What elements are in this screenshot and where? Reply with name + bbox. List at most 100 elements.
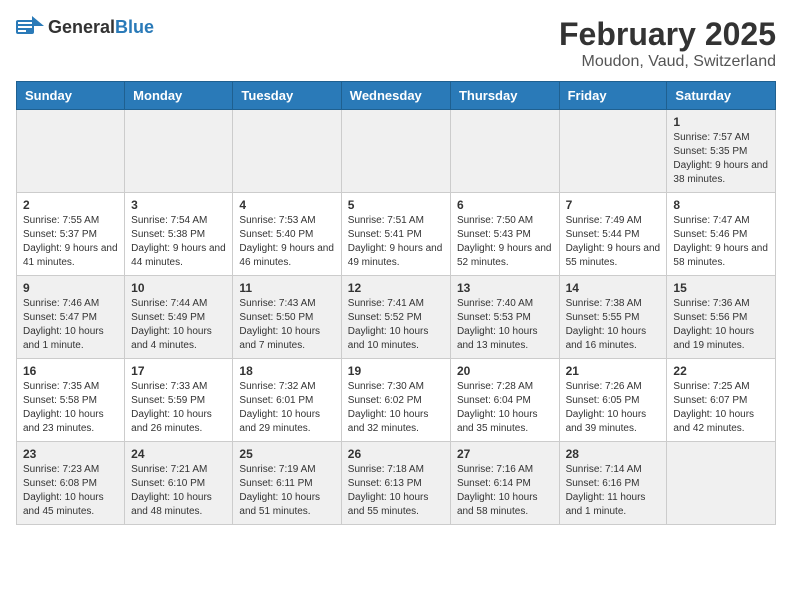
day-number: 9 [23,281,118,295]
day-info: Sunrise: 7:49 AM Sunset: 5:44 PM Dayligh… [566,214,661,270]
calendar-header-row: SundayMondayTuesdayWednesdayThursdayFrid… [17,82,776,110]
calendar-cell: 17 Sunrise: 7:33 AM Sunset: 5:59 PM Dayli… [125,359,233,442]
calendar-cell: 21 Sunrise: 7:26 AM Sunset: 6:05 PM Dayli… [559,359,667,442]
weekday-header-tuesday: Tuesday [233,82,341,110]
weekday-header-friday: Friday [559,82,667,110]
title-area: February 2025 Moudon, Vaud, Switzerland [559,16,776,71]
calendar-cell: 13Sunrise: 7:40 AM Sunset: 5:53 PM Dayli… [450,276,559,359]
day-number: 3 [131,198,226,212]
calendar-cell: 4 Sunrise: 7:53 AM Sunset: 5:40 PM Daylig… [233,193,341,276]
day-info: Sunrise: 7:51 AM Sunset: 5:41 PM Dayligh… [348,214,444,270]
day-info: Sunrise: 7:55 AM Sunset: 5:37 PM Dayligh… [23,214,118,270]
calendar-cell: 23Sunrise: 7:23 AM Sunset: 6:08 PM Dayli… [17,442,125,525]
day-number: 5 [348,198,444,212]
day-info: Sunrise: 7:14 AM Sunset: 6:16 PM Dayligh… [566,463,661,519]
calendar-cell: 24 Sunrise: 7:21 AM Sunset: 6:10 PM Dayli… [125,442,233,525]
logo-icon [16,16,44,38]
calendar-cell: 7 Sunrise: 7:49 AM Sunset: 5:44 PM Daylig… [559,193,667,276]
day-number: 26 [348,447,444,461]
day-info: Sunrise: 7:35 AM Sunset: 5:58 PM Dayligh… [23,380,118,436]
day-number: 17 [131,364,226,378]
day-info: Sunrise: 7:50 AM Sunset: 5:43 PM Dayligh… [457,214,553,270]
calendar-cell: 25 Sunrise: 7:19 AM Sunset: 6:11 PM Dayli… [233,442,341,525]
calendar-week-row: 1 Sunrise: 7:57 AM Sunset: 5:35 PM Daylig… [17,110,776,193]
calendar-cell: 19 Sunrise: 7:30 AM Sunset: 6:02 PM Dayli… [341,359,450,442]
weekday-header-sunday: Sunday [17,82,125,110]
day-number: 27 [457,447,553,461]
location-title: Moudon, Vaud, Switzerland [559,53,776,71]
day-number: 12 [348,281,444,295]
day-number: 22 [673,364,769,378]
calendar-cell [559,110,667,193]
day-info: Sunrise: 7:32 AM Sunset: 6:01 PM Dayligh… [239,380,334,436]
day-info: Sunrise: 7:38 AM Sunset: 5:55 PM Dayligh… [566,297,661,353]
calendar-week-row: 9 Sunrise: 7:46 AM Sunset: 5:47 PM Daylig… [17,276,776,359]
calendar-week-row: 2Sunrise: 7:55 AM Sunset: 5:37 PM Daylig… [17,193,776,276]
day-number: 15 [673,281,769,295]
weekday-header-wednesday: Wednesday [341,82,450,110]
calendar-cell: 9 Sunrise: 7:46 AM Sunset: 5:47 PM Daylig… [17,276,125,359]
day-number: 19 [348,364,444,378]
calendar-cell: 10 Sunrise: 7:44 AM Sunset: 5:49 PM Dayli… [125,276,233,359]
calendar-cell: 2Sunrise: 7:55 AM Sunset: 5:37 PM Daylig… [17,193,125,276]
calendar-cell: 8 Sunrise: 7:47 AM Sunset: 5:46 PM Daylig… [667,193,776,276]
day-info: Sunrise: 7:18 AM Sunset: 6:13 PM Dayligh… [348,463,444,519]
calendar-cell: 22 Sunrise: 7:25 AM Sunset: 6:07 PM Dayli… [667,359,776,442]
calendar-table: SundayMondayTuesdayWednesdayThursdayFrid… [16,81,776,525]
logo-text-blue: Blue [115,17,154,37]
day-info: Sunrise: 7:47 AM Sunset: 5:46 PM Dayligh… [673,214,769,270]
day-number: 14 [566,281,661,295]
day-info: Sunrise: 7:46 AM Sunset: 5:47 PM Dayligh… [23,297,118,353]
day-info: Sunrise: 7:19 AM Sunset: 6:11 PM Dayligh… [239,463,334,519]
calendar-cell: 15Sunrise: 7:36 AM Sunset: 5:56 PM Dayli… [667,276,776,359]
calendar-cell [125,110,233,193]
calendar-cell: 5 Sunrise: 7:51 AM Sunset: 5:41 PM Daylig… [341,193,450,276]
day-number: 11 [239,281,334,295]
day-info: Sunrise: 7:40 AM Sunset: 5:53 PM Dayligh… [457,297,553,353]
day-number: 21 [566,364,661,378]
calendar-cell: 27Sunrise: 7:16 AM Sunset: 6:14 PM Dayli… [450,442,559,525]
calendar-cell: 28 Sunrise: 7:14 AM Sunset: 6:16 PM Dayli… [559,442,667,525]
calendar-week-row: 23Sunrise: 7:23 AM Sunset: 6:08 PM Dayli… [17,442,776,525]
day-number: 25 [239,447,334,461]
weekday-header-monday: Monday [125,82,233,110]
calendar-cell [341,110,450,193]
day-number: 4 [239,198,334,212]
day-number: 16 [23,364,118,378]
day-info: Sunrise: 7:43 AM Sunset: 5:50 PM Dayligh… [239,297,334,353]
logo-text-general: General [48,17,115,37]
day-number: 24 [131,447,226,461]
calendar-cell: 3 Sunrise: 7:54 AM Sunset: 5:38 PM Daylig… [125,193,233,276]
calendar-cell: 26 Sunrise: 7:18 AM Sunset: 6:13 PM Dayli… [341,442,450,525]
day-number: 1 [673,115,769,129]
day-number: 23 [23,447,118,461]
calendar-cell: 1 Sunrise: 7:57 AM Sunset: 5:35 PM Daylig… [667,110,776,193]
day-info: Sunrise: 7:30 AM Sunset: 6:02 PM Dayligh… [348,380,444,436]
day-info: Sunrise: 7:44 AM Sunset: 5:49 PM Dayligh… [131,297,226,353]
day-number: 7 [566,198,661,212]
calendar-cell [233,110,341,193]
day-info: Sunrise: 7:21 AM Sunset: 6:10 PM Dayligh… [131,463,226,519]
logo: GeneralBlue [16,16,154,38]
day-number: 8 [673,198,769,212]
day-info: Sunrise: 7:54 AM Sunset: 5:38 PM Dayligh… [131,214,226,270]
weekday-header-saturday: Saturday [667,82,776,110]
day-info: Sunrise: 7:26 AM Sunset: 6:05 PM Dayligh… [566,380,661,436]
day-info: Sunrise: 7:41 AM Sunset: 5:52 PM Dayligh… [348,297,444,353]
day-info: Sunrise: 7:33 AM Sunset: 5:59 PM Dayligh… [131,380,226,436]
day-number: 10 [131,281,226,295]
day-number: 6 [457,198,553,212]
day-number: 28 [566,447,661,461]
month-title: February 2025 [559,16,776,53]
calendar-cell: 12 Sunrise: 7:41 AM Sunset: 5:52 PM Dayli… [341,276,450,359]
day-info: Sunrise: 7:57 AM Sunset: 5:35 PM Dayligh… [673,131,769,187]
calendar-cell: 6 Sunrise: 7:50 AM Sunset: 5:43 PM Daylig… [450,193,559,276]
calendar-cell [450,110,559,193]
day-info: Sunrise: 7:53 AM Sunset: 5:40 PM Dayligh… [239,214,334,270]
header: GeneralBlue February 2025 Moudon, Vaud, … [16,16,776,71]
calendar-cell: 14 Sunrise: 7:38 AM Sunset: 5:55 PM Dayli… [559,276,667,359]
day-number: 20 [457,364,553,378]
weekday-header-thursday: Thursday [450,82,559,110]
day-info: Sunrise: 7:28 AM Sunset: 6:04 PM Dayligh… [457,380,553,436]
day-info: Sunrise: 7:25 AM Sunset: 6:07 PM Dayligh… [673,380,769,436]
